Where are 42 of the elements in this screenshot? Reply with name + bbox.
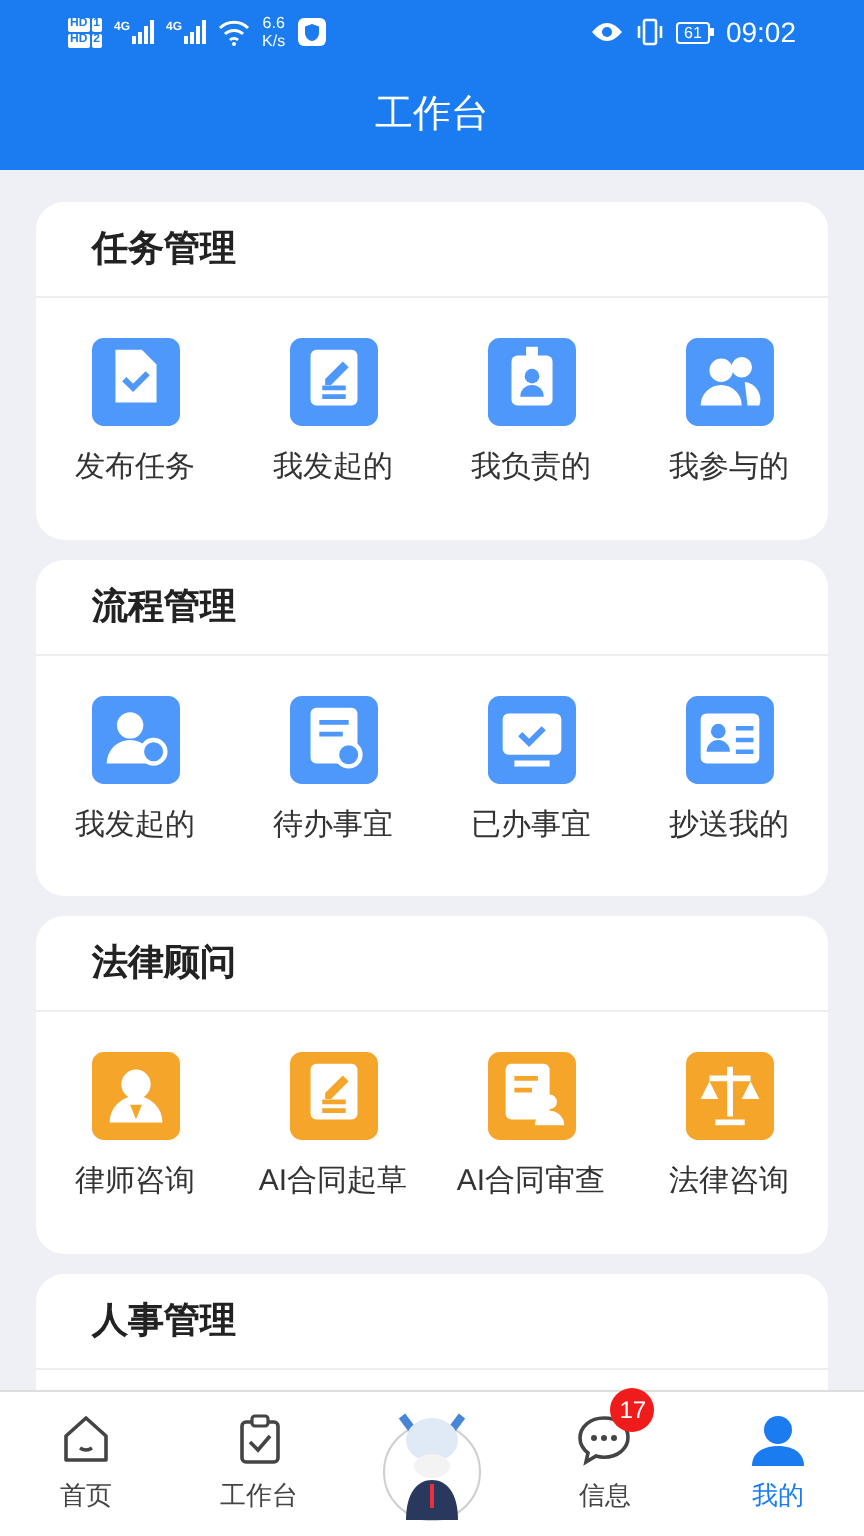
signal-icon	[182, 20, 207, 44]
shortcut-icon	[685, 338, 773, 426]
battery-icon: 61	[676, 21, 714, 43]
shortcut-icon	[289, 695, 377, 783]
clock-time: 09:02	[725, 13, 796, 51]
section-title: 人事管理	[92, 1297, 236, 1343]
section-title: 法律顾问	[92, 940, 236, 986]
shortcut-item[interactable]: 我参与的	[630, 338, 828, 491]
tab-item[interactable]: 17 信息	[518, 1392, 692, 1536]
shortcut-item[interactable]: 我负责的	[432, 338, 630, 491]
tab-item[interactable]: 首页	[0, 1392, 173, 1536]
shortcut-item[interactable]: 法律咨询	[630, 1052, 828, 1205]
shortcut-item[interactable]: 发布任务	[36, 338, 234, 491]
section-title: 任务管理	[92, 226, 236, 272]
shortcut-item[interactable]: 我发起的	[234, 338, 432, 491]
shortcut-item[interactable]: 待办事宜	[234, 695, 432, 848]
shortcut-item[interactable]: AI合同起草	[234, 1052, 432, 1205]
shortcut-item[interactable]: 律师咨询	[36, 1052, 234, 1205]
shield-icon	[297, 18, 326, 46]
shortcut-item[interactable]: AI合同审查	[432, 1052, 630, 1205]
tab-item[interactable]: 我的	[691, 1392, 864, 1536]
signal-icon	[130, 20, 155, 44]
shortcut-icon	[289, 1052, 377, 1140]
eye-icon	[590, 20, 625, 44]
shortcut-icon	[289, 338, 377, 426]
wifi-icon	[218, 19, 251, 45]
shortcut-icon	[487, 338, 575, 426]
shortcut-icon	[685, 695, 773, 783]
vibrate-icon	[636, 18, 665, 46]
shortcut-item[interactable]: 已办事宜	[432, 695, 630, 848]
person-icon	[747, 1412, 808, 1469]
page-title: 工作台	[375, 92, 489, 141]
tab-item[interactable]: 工作台	[172, 1392, 346, 1536]
section-title: 流程管理	[92, 583, 236, 629]
shortcut-icon	[487, 695, 575, 783]
unread-badge: 17	[610, 1388, 655, 1433]
shortcut-icon	[487, 1052, 575, 1140]
speed-value: 6.6	[262, 14, 285, 32]
shortcut-item[interactable]: 我发起的	[36, 695, 234, 848]
shortcut-item[interactable]: 抄送我的	[630, 695, 828, 848]
speed-unit: K/s	[262, 32, 286, 50]
shortcut-icon	[685, 1052, 773, 1140]
